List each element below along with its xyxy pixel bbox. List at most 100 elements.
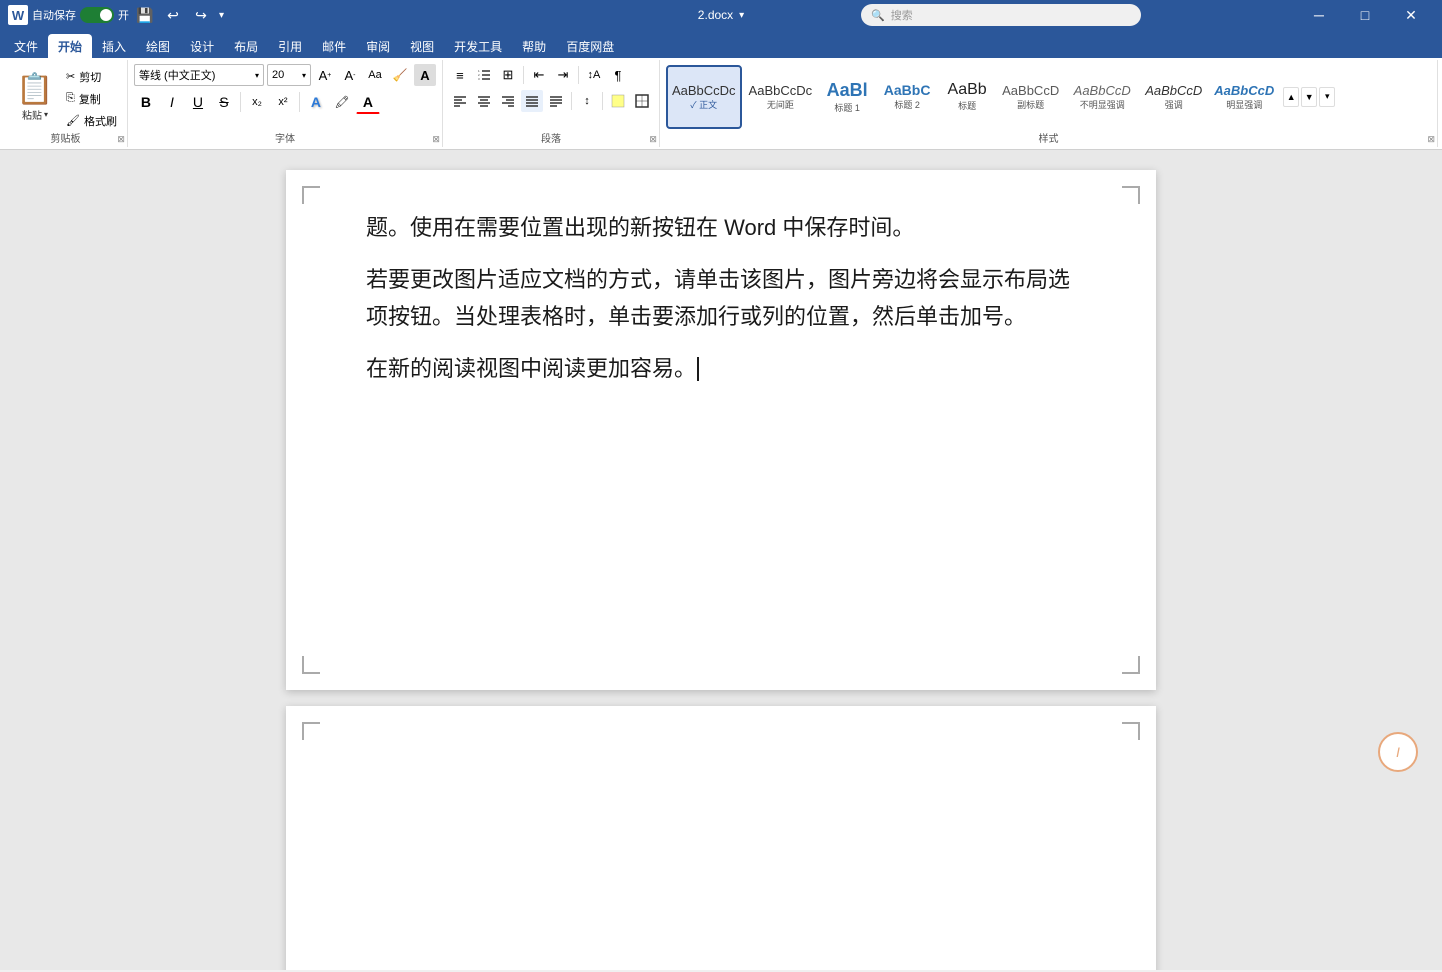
tab-insert[interactable]: 插入	[92, 34, 136, 58]
style-preview-subtle: AaBbCcD	[1074, 83, 1131, 98]
document-area[interactable]: 题。使用在需要位置出现的新按钮在 Word 中保存时间。 若要更改图片适应文档的…	[0, 150, 1442, 970]
maximize-button[interactable]: □	[1342, 0, 1388, 30]
decrease-indent-button[interactable]: ⇤	[528, 64, 550, 86]
font-group-label: 字体	[128, 130, 442, 145]
paragraph-expand-icon[interactable]: ⊠	[649, 134, 657, 145]
filename-arrow[interactable]: ▾	[739, 10, 744, 21]
subscript-button[interactable]: x₂	[245, 90, 269, 114]
style-item-subtitle[interactable]: AaBbCcD 副标题	[997, 65, 1064, 129]
font-family-selector[interactable]: 等线 (中文正文) ▾	[134, 64, 264, 86]
style-item-heading2[interactable]: AaBbC 标题 2	[877, 65, 937, 129]
align-center-button[interactable]	[473, 90, 495, 112]
format-painter-icon: 🖌	[66, 114, 80, 127]
styles-expand-icon[interactable]: ⊠	[1427, 134, 1435, 145]
page-2	[286, 706, 1156, 970]
word-app-icon: W	[8, 5, 28, 25]
tab-references[interactable]: 引用	[268, 34, 312, 58]
bold-button[interactable]: B	[134, 90, 158, 114]
justify-dist-button[interactable]	[545, 90, 567, 112]
style-item-heading1[interactable]: AaBl 标题 1	[819, 65, 875, 129]
tab-baidu[interactable]: 百度网盘	[556, 34, 624, 58]
style-item-subtle-emphasis[interactable]: AaBbCcD 不明显强调	[1066, 65, 1138, 129]
text-effect-button[interactable]: A	[304, 90, 328, 114]
clipboard-group: 📋 粘贴 ▾ ✂ 剪切 ⎘ 复制 🖌 格式刷	[4, 60, 128, 147]
tab-design[interactable]: 设计	[180, 34, 224, 58]
format-painter-button[interactable]: 🖌 格式刷	[62, 111, 121, 131]
style-preview-nospacing: AaBbCcDc	[749, 83, 813, 98]
para-row-1: ≡ 123 ⊞ ⇤ ⇥ ↕A ¶	[449, 64, 653, 86]
page-1-content[interactable]: 题。使用在需要位置出现的新按钮在 Word 中保存时间。 若要更改图片适应文档的…	[366, 210, 1076, 387]
tab-mailings[interactable]: 邮件	[312, 34, 356, 58]
tab-home[interactable]: 开始	[48, 34, 92, 58]
tab-draw[interactable]: 绘图	[136, 34, 180, 58]
text-cursor	[697, 357, 699, 381]
tab-developer[interactable]: 开发工具	[444, 34, 512, 58]
change-case-button[interactable]: Aa	[364, 64, 386, 86]
title-center: 2.docx ▾	[698, 8, 744, 22]
show-marks-button[interactable]: ¶	[607, 64, 629, 86]
styles-scroll-up[interactable]: ▲	[1283, 87, 1299, 107]
borders-button[interactable]	[631, 90, 653, 112]
superscript-button[interactable]: x²	[271, 90, 295, 114]
font-color-box-button[interactable]: A	[414, 64, 436, 86]
clipboard-right: ✂ 剪切 ⎘ 复制 🖌 格式刷	[62, 67, 121, 127]
bullets-button[interactable]: ≡	[449, 64, 471, 86]
font-size-selector[interactable]: 20 ▾	[267, 64, 311, 86]
paste-button[interactable]: 📋 粘贴 ▾	[10, 67, 60, 127]
minimize-button[interactable]: ─	[1296, 0, 1342, 30]
redo-button[interactable]: ↪	[189, 3, 213, 27]
font-grow-button[interactable]: A+	[314, 64, 336, 86]
font-color-button[interactable]: A	[356, 90, 380, 114]
tab-help[interactable]: 帮助	[512, 34, 556, 58]
cut-button[interactable]: ✂ 剪切	[62, 67, 121, 87]
customize-button[interactable]: ▾	[217, 8, 226, 23]
search-bar[interactable]: 🔍 搜索	[861, 4, 1141, 26]
clear-format-button[interactable]: 🧹	[389, 64, 411, 86]
autosave-state: 开	[118, 7, 129, 23]
style-item-intense-emphasis[interactable]: AaBbCcD 明显强调	[1209, 65, 1279, 129]
font-row-2: B I U S x₂ x² A 🖍 A	[134, 90, 436, 114]
sort-button[interactable]: ↕A	[583, 64, 605, 86]
styles-group: AaBbCcDc ✓ 正文 AaBbCcDc 无间距 AaBl 标题 1 AaB…	[660, 60, 1438, 147]
style-preview-heading1: AaBl	[827, 80, 868, 101]
strikethrough-button[interactable]: S	[212, 90, 236, 114]
italic-button[interactable]: I	[160, 90, 184, 114]
styles-container: AaBbCcDc ✓ 正文 AaBbCcDc 无间距 AaBl 标题 1 AaB…	[666, 62, 1279, 132]
paragraph-3: 在新的阅读视图中阅读更加容易。	[366, 351, 1076, 387]
para-separator-4	[602, 92, 603, 110]
tab-view[interactable]: 视图	[400, 34, 444, 58]
style-label-title: 标题	[958, 99, 976, 112]
line-spacing-button[interactable]: ↕	[576, 90, 598, 112]
close-button[interactable]: ✕	[1388, 0, 1434, 30]
style-item-emphasis[interactable]: AaBbCcD 强调	[1140, 65, 1207, 129]
filename: 2.docx	[698, 8, 733, 22]
increase-indent-button[interactable]: ⇥	[552, 64, 574, 86]
tab-review[interactable]: 审阅	[356, 34, 400, 58]
undo-button[interactable]: ↩	[161, 3, 185, 27]
style-item-normal[interactable]: AaBbCcDc ✓ 正文	[666, 65, 742, 129]
style-item-nospacing[interactable]: AaBbCcDc 无间距	[744, 65, 818, 129]
underline-button[interactable]: U	[186, 90, 210, 114]
shading-button[interactable]	[607, 90, 629, 112]
clipboard-expand-icon[interactable]: ⊠	[117, 134, 125, 145]
save-button[interactable]: 💾	[133, 3, 157, 27]
font-shrink-button[interactable]: A-	[339, 64, 361, 86]
justify-button[interactable]	[521, 90, 543, 112]
svg-text:3: 3	[478, 77, 480, 81]
font-row-1: 等线 (中文正文) ▾ 20 ▾ A+ A- Aa 🧹 A	[134, 64, 436, 86]
tab-layout[interactable]: 布局	[224, 34, 268, 58]
styles-expand-button[interactable]: ▾	[1319, 87, 1335, 107]
autosave-toggle[interactable]	[80, 7, 114, 23]
style-item-title[interactable]: AaBb 标题	[939, 65, 995, 129]
highlight-button[interactable]: 🖍	[330, 90, 354, 114]
tab-file[interactable]: 文件	[4, 34, 48, 58]
align-left-button[interactable]	[449, 90, 471, 112]
copy-button[interactable]: ⎘ 复制	[62, 89, 121, 109]
numbering-button[interactable]: 123	[473, 64, 495, 86]
font-expand-icon[interactable]: ⊠	[432, 134, 440, 145]
align-right-button[interactable]	[497, 90, 519, 112]
style-preview-normal: AaBbCcDc	[672, 83, 736, 98]
styles-scroll-down[interactable]: ▼	[1301, 87, 1317, 107]
multilevel-button[interactable]: ⊞	[497, 64, 519, 86]
page-corner-tr	[1122, 186, 1140, 204]
